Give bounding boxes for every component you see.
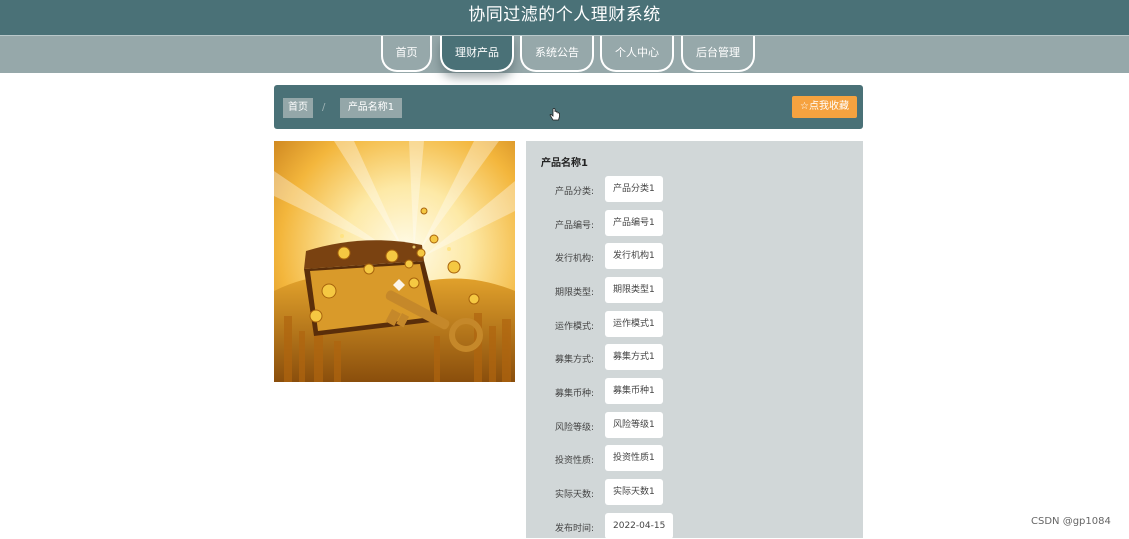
breadcrumb: 首页 / 产品名称1 ☆点我收藏 (274, 85, 863, 129)
field-value-currency: 募集币种1 (605, 378, 663, 404)
field-value-term-type: 期限类型1 (605, 277, 663, 303)
field-value-publish-time: 2022-04-15 (605, 513, 674, 539)
field-label-investment-nature: 投资性质: (554, 456, 594, 466)
field-value-issuer: 发行机构1 (605, 243, 663, 269)
watermark: CSDN @gp1084 (1031, 516, 1111, 527)
nav-item-profile[interactable]: 个人中心 (600, 36, 674, 72)
field-label-issuer: 发行机构: (554, 254, 594, 264)
product-name: 产品名称1 (541, 158, 588, 169)
field-label-publish-time: 发布时间: (554, 524, 594, 534)
field-value-risk-level: 风险等级1 (605, 412, 663, 438)
field-label-risk-level: 风险等级: (554, 423, 594, 433)
field-label-raising-method: 募集方式: (554, 355, 594, 365)
field-label-product-code: 产品编号: (554, 221, 594, 231)
breadcrumb-current: 产品名称1 (340, 98, 402, 118)
nav-item-home[interactable]: 首页 (381, 36, 432, 72)
field-label-actual-days: 实际天数: (554, 490, 594, 500)
nav-item-announcements[interactable]: 系统公告 (520, 36, 594, 72)
field-label-term-type: 期限类型: (554, 288, 594, 298)
field-value-raising-method: 募集方式1 (605, 344, 663, 370)
favorite-button[interactable]: ☆点我收藏 (792, 96, 857, 118)
field-value-actual-days: 实际天数1 (605, 479, 663, 505)
field-label-operation-mode: 运作模式: (554, 322, 594, 332)
site-title: 协同过滤的个人理财系统 (468, 5, 661, 25)
field-value-product-code: 产品编号1 (605, 210, 663, 236)
product-image (274, 141, 515, 382)
field-label-currency: 募集币种: (554, 389, 594, 399)
field-value-category: 产品分类1 (605, 176, 663, 202)
product-detail-panel: 产品名称1 产品分类: 产品分类1 产品编号: 产品编号1 发行机构: 发行机构… (526, 141, 863, 539)
field-value-investment-nature: 投资性质1 (605, 445, 663, 471)
hand-cursor-icon (549, 108, 560, 121)
favorite-button-label: ☆点我收藏 (800, 101, 849, 112)
main-nav: 首页 理财产品 系统公告 个人中心 后台管理 (0, 35, 1129, 73)
field-value-operation-mode: 运作模式1 (605, 311, 663, 337)
site-header: 协同过滤的个人理财系统 (0, 0, 1129, 35)
breadcrumb-home[interactable]: 首页 (283, 98, 313, 118)
nav-item-admin[interactable]: 后台管理 (681, 36, 755, 72)
nav-item-products[interactable]: 理财产品 (440, 36, 514, 72)
breadcrumb-separator: / (322, 102, 326, 113)
field-label-category: 产品分类: (554, 187, 594, 197)
